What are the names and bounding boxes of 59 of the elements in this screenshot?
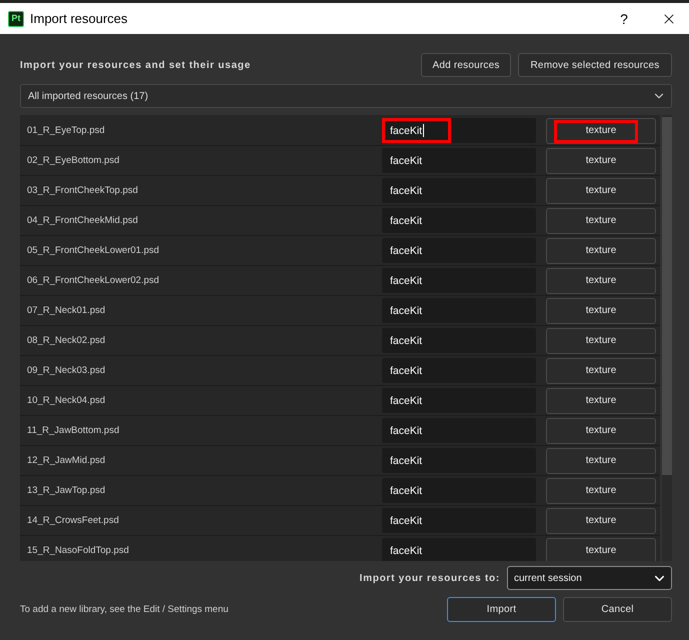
library-field[interactable]: faceKit — [382, 268, 536, 293]
usage-button[interactable]: texture — [546, 268, 656, 294]
library-field[interactable]: faceKit — [382, 148, 536, 173]
usage-button[interactable]: texture — [546, 388, 656, 414]
file-name: 08_R_Neck02.psd — [27, 335, 106, 346]
library-field[interactable]: faceKit — [382, 208, 536, 233]
file-name: 13_R_JawTop.psd — [27, 485, 106, 496]
file-name: 05_R_FrontCheekLower01.psd — [27, 245, 160, 256]
add-resources-button[interactable]: Add resources — [421, 53, 511, 77]
library-field[interactable]: faceKit — [382, 298, 536, 323]
cancel-button[interactable]: Cancel — [563, 597, 672, 622]
library-field[interactable]: faceKit — [382, 328, 536, 353]
usage-button[interactable]: texture — [546, 448, 656, 474]
usage-button[interactable]: texture — [546, 538, 656, 561]
scrollbar-thumb[interactable] — [662, 117, 672, 475]
library-field[interactable]: faceKit — [382, 388, 536, 413]
import-button[interactable]: Import — [447, 597, 556, 622]
scrollbar-track[interactable] — [662, 115, 672, 561]
file-name: 09_R_Neck03.psd — [27, 365, 106, 376]
library-field[interactable]: faceKit — [382, 538, 536, 561]
file-name: 04_R_FrontCheekMid.psd — [27, 215, 139, 226]
usage-button[interactable]: texture — [546, 478, 656, 504]
file-name: 06_R_FrontCheekLower02.psd — [27, 275, 160, 286]
file-name: 11_R_JawBottom.psd — [27, 425, 120, 436]
file-name: 12_R_JawMid.psd — [27, 455, 106, 466]
destination-label: Import your resources to: — [360, 572, 500, 584]
usage-button[interactable]: texture — [546, 148, 656, 174]
file-name: 07_R_Neck01.psd — [27, 305, 106, 316]
destination-select[interactable]: current session — [507, 566, 672, 590]
library-field[interactable]: faceKit — [382, 478, 536, 503]
filter-dropdown[interactable]: All imported resources (17) — [20, 84, 672, 108]
file-name: 15_R_NasoFoldTop.psd — [27, 545, 130, 556]
library-field[interactable]: faceKit — [382, 238, 536, 263]
usage-button[interactable]: texture — [546, 118, 656, 144]
library-field[interactable]: faceKit — [382, 508, 536, 533]
usage-button[interactable]: texture — [546, 508, 656, 534]
usage-button[interactable]: texture — [546, 298, 656, 324]
usage-button[interactable]: texture — [546, 328, 656, 354]
usage-button[interactable]: texture — [546, 178, 656, 204]
usage-button[interactable]: texture — [546, 238, 656, 264]
library-field[interactable]: faceKit — [382, 418, 536, 443]
help-button[interactable]: ? — [612, 6, 636, 30]
file-name: 03_R_FrontCheekTop.psd — [27, 185, 139, 196]
usage-button[interactable]: texture — [546, 358, 656, 384]
window-title: Import resources — [30, 11, 128, 26]
library-field[interactable]: faceKit — [382, 178, 536, 203]
file-name: 14_R_CrowsFeet.psd — [27, 515, 120, 526]
usage-button[interactable]: texture — [546, 208, 656, 234]
file-name: 02_R_EyeBottom.psd — [27, 155, 120, 166]
app-logo: Pt — [8, 10, 24, 26]
section-heading: Import your resources and set their usage — [20, 60, 251, 70]
library-field[interactable]: faceKit — [382, 448, 536, 473]
hint-text: To add a new library, see the Edit / Settings menu — [20, 604, 228, 615]
library-field[interactable]: faceKit — [382, 118, 536, 143]
file-name: 10_R_Neck04.psd — [27, 395, 106, 406]
file-name: 01_R_EyeTop.psd — [27, 125, 106, 136]
usage-button[interactable]: texture — [546, 418, 656, 444]
library-field[interactable]: faceKit — [382, 358, 536, 383]
remove-resources-button[interactable]: Remove selected resources — [518, 53, 672, 77]
